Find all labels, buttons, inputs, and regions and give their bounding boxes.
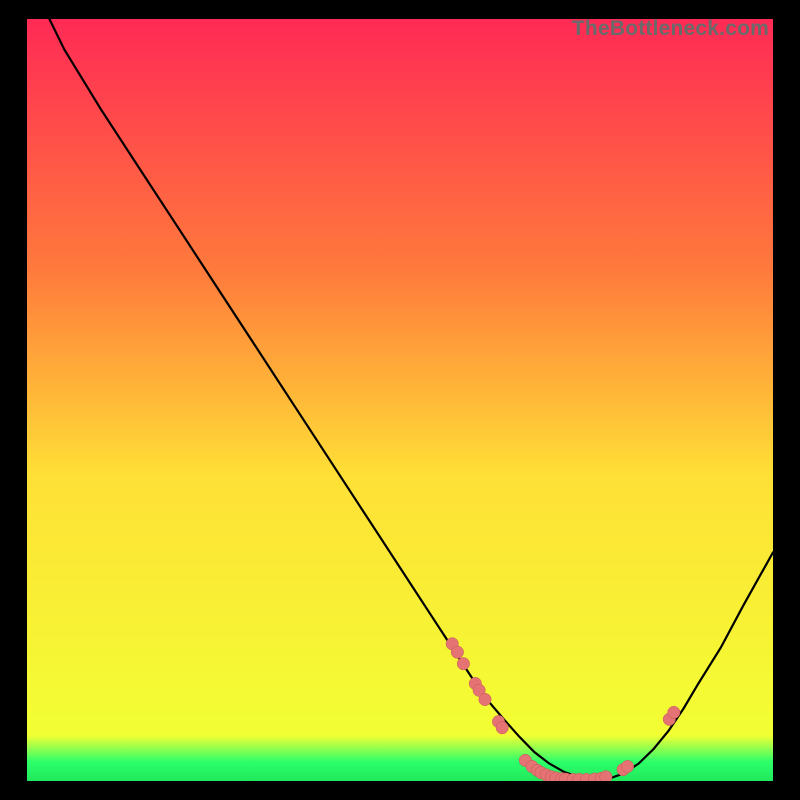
data-marker [621,760,633,772]
bottleneck-chart [27,19,773,781]
data-marker [496,722,508,734]
data-marker [451,646,463,658]
data-marker [600,771,612,781]
chart-frame: TheBottleneck.com [27,19,773,781]
watermark-text: TheBottleneck.com [572,17,769,41]
data-marker [479,693,491,705]
chart-background [27,19,773,781]
data-marker [457,658,469,670]
data-marker [668,706,680,718]
